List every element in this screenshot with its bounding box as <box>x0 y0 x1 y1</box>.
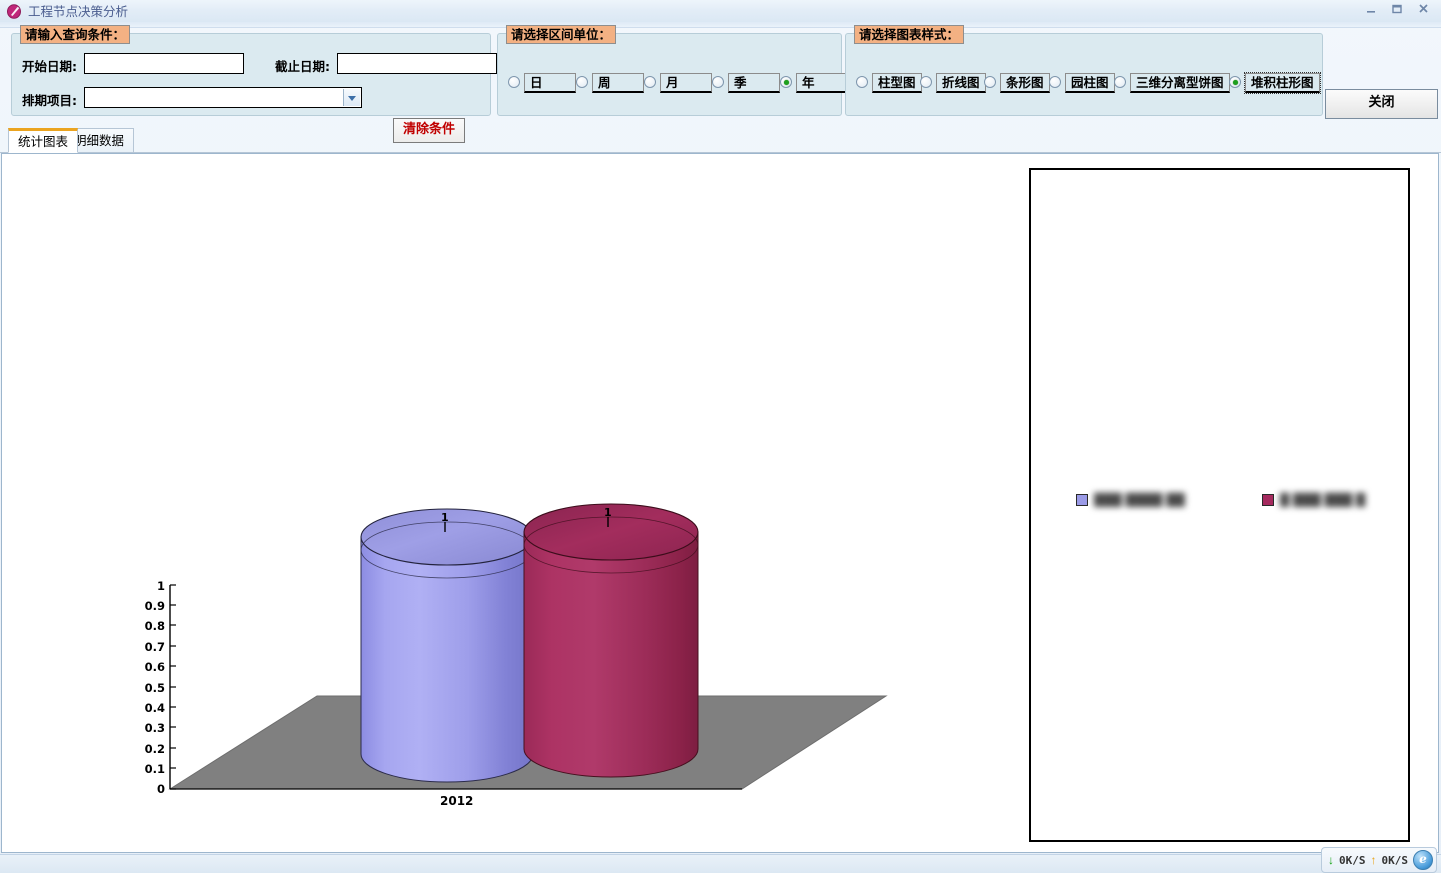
legend-label: █ ███ ███ █ <box>1280 493 1366 507</box>
status-bar: ↓ 0K/S ↑ 0K/S e <box>0 847 1441 873</box>
radio-style-exploded-pie-3d-label: 三维分离型饼图 <box>1130 73 1230 93</box>
radio-dot-icon <box>920 76 932 88</box>
download-rate: 0K/S <box>1339 853 1366 867</box>
ytick-label: 0.2 <box>144 742 165 756</box>
radio-unit-quarter-label: 季 <box>728 73 780 93</box>
radio-style-column-label: 柱型图 <box>872 73 922 93</box>
ytick-label: 0.6 <box>144 660 165 674</box>
app-window: 工程节点决策分析 请输入查询条件： 开始日期: 截止日期: 排期项目: 清除条件 <box>0 0 1441 873</box>
legend-label: ███ ████ ██ <box>1094 493 1185 507</box>
close-window-button[interactable] <box>1411 2 1435 20</box>
query-conditions-legend: 请输入查询条件： <box>20 25 131 44</box>
chart-style-legend: 请选择图表样式： <box>854 25 965 44</box>
radio-dot-icon <box>856 76 868 88</box>
internet-explorer-icon[interactable]: e <box>1413 850 1433 870</box>
tab-statistics-chart[interactable]: 统计图表 <box>8 128 79 153</box>
radio-dot-icon <box>780 76 792 88</box>
xaxis-category-label: 2012 <box>440 794 474 808</box>
ytick-label: 1 <box>156 579 165 593</box>
radio-style-cylinder-label: 园柱图 <box>1065 73 1115 93</box>
radio-dot-icon <box>1049 76 1061 88</box>
radio-unit-year-label: 年 <box>796 73 848 93</box>
radio-dot-icon <box>644 76 656 88</box>
radio-style-bar-label: 条形图 <box>1000 73 1050 93</box>
radio-unit-week-label: 周 <box>592 73 644 93</box>
radio-style-line-label: 折线图 <box>936 73 986 93</box>
end-date-label: 截止日期: <box>275 59 330 74</box>
maximize-button[interactable] <box>1385 2 1409 20</box>
bar-series-1-cylinder <box>360 508 534 783</box>
download-arrow-icon: ↓ <box>1328 853 1334 867</box>
chart-canvas[interactable]: 1 0.9 0.8 0.7 0.6 0.5 0.4 0.3 0.2 0.1 0 … <box>2 154 1027 852</box>
legend-swatch-icon <box>1076 494 1088 506</box>
chart-legend-panel: ███ ████ ██ █ ███ ███ █ <box>1029 168 1410 842</box>
ytick-label: 0 <box>156 782 165 796</box>
tab-strip: 统计图表 明细数据 <box>0 128 1441 153</box>
window-title: 工程节点决策分析 <box>28 4 129 19</box>
title-bar: 工程节点决策分析 <box>0 0 1441 23</box>
interval-unit-legend: 请选择区间单位： <box>506 25 617 44</box>
radio-dot-icon <box>1229 76 1241 88</box>
ytick-label: 0.3 <box>144 721 165 735</box>
interval-unit-group: 请选择区间单位： 日 周 月 季 年 <box>497 25 848 116</box>
radio-dot-icon <box>1114 76 1126 88</box>
close-button[interactable]: 关闭 <box>1325 89 1438 119</box>
chevron-down-icon[interactable] <box>343 89 360 106</box>
end-date-input[interactable] <box>337 53 497 74</box>
ytick-label: 0.7 <box>144 640 165 654</box>
ytick-label: 0.4 <box>144 701 165 715</box>
title-bar-divider <box>0 22 1441 28</box>
data-label-series-2: 1 <box>604 506 612 519</box>
tab-content-panel: 1 0.9 0.8 0.7 0.6 0.5 0.4 0.3 0.2 0.1 0 … <box>1 153 1439 853</box>
value-axis-ticks <box>170 584 176 790</box>
legend-swatch-icon <box>1262 494 1274 506</box>
upload-rate: 0K/S <box>1381 853 1409 867</box>
project-label: 排期项目: <box>22 93 77 108</box>
radio-dot-icon <box>576 76 588 88</box>
start-date-label: 开始日期: <box>22 59 77 74</box>
project-combobox[interactable] <box>84 87 362 108</box>
radio-style-stacked-column-label: 堆积柱形图 <box>1244 72 1321 94</box>
ytick-label: 0.9 <box>144 599 165 613</box>
app-icon <box>7 4 22 19</box>
query-conditions-group: 请输入查询条件： 开始日期: 截止日期: 排期项目: 清除条件 <box>11 25 497 143</box>
ytick-label: 0.1 <box>144 762 165 776</box>
minimize-button[interactable] <box>1359 2 1383 20</box>
upload-arrow-icon: ↑ <box>1370 853 1377 867</box>
data-label-series-1: 1 <box>441 511 449 524</box>
chart-style-group: 请选择图表样式： 柱型图 折线图 条形图 园柱图 三维分离型饼图 堆积柱形图 <box>845 25 1323 116</box>
network-speed-tray[interactable]: ↓ 0K/S ↑ 0K/S e <box>1321 847 1437 873</box>
radio-unit-month-label: 月 <box>660 73 712 93</box>
bar-series-2-cylinder <box>523 503 699 778</box>
start-date-input[interactable] <box>84 53 244 74</box>
window-controls <box>1357 1 1437 21</box>
ytick-label: 0.8 <box>144 619 165 633</box>
radio-unit-day-label: 日 <box>524 73 576 93</box>
ytick-label: 0.5 <box>144 681 165 695</box>
radio-dot-icon <box>984 76 996 88</box>
radio-dot-icon <box>712 76 724 88</box>
radio-dot-icon <box>508 76 520 88</box>
